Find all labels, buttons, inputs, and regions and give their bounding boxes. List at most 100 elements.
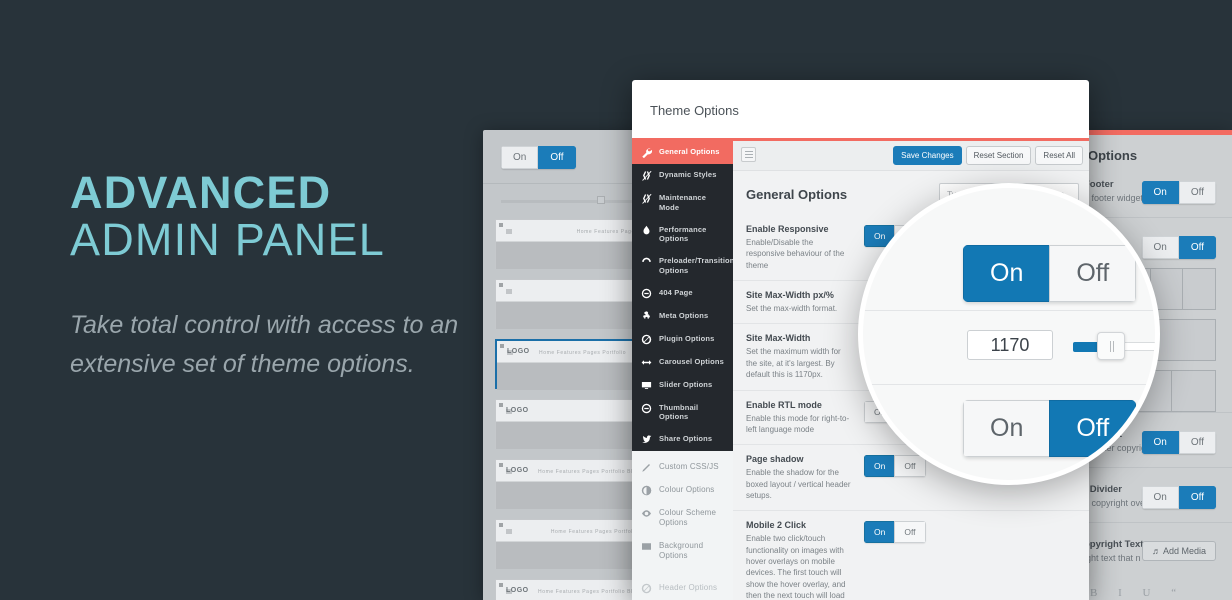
monitor-icon <box>641 381 652 389</box>
sidebar-item-background-options[interactable]: Background Options <box>632 535 733 568</box>
background-toggle-on[interactable]: On <box>501 146 539 169</box>
arrows-horizontal-icon <box>641 357 652 368</box>
arrows-horizontal-icon <box>641 359 652 365</box>
mock-dot <box>499 463 503 467</box>
mock-logo: LOGO <box>506 467 529 474</box>
minus-circle-icon <box>641 288 652 298</box>
add-media-button[interactable]: ♬ Add Media <box>1141 541 1216 561</box>
plug-circle-icon <box>641 334 652 345</box>
pencil-icon <box>641 462 652 473</box>
sidebar-item-carousel-options[interactable]: Carousel Options <box>632 351 733 374</box>
media-icon: ♬ <box>1151 546 1161 556</box>
minus-square-circle-icon <box>641 403 652 414</box>
option-description: Enable this mode for right-to-left langu… <box>746 413 850 434</box>
column-cell <box>1151 320 1216 360</box>
sidebar-item-performance-options[interactable]: Performance Options <box>632 219 733 251</box>
sidebar-item-label: Background Options <box>659 540 704 561</box>
toggle-off[interactable]: Off <box>1178 236 1216 259</box>
option-title: Enable RTL mode <box>746 399 822 410</box>
reset-all-button[interactable]: Reset All <box>1035 146 1083 165</box>
option-title: Site Max-Width px/% <box>746 290 834 301</box>
sidebar-light-group: Custom CSS/JS Colour Options Colour Scheme… <box>632 451 733 600</box>
sidebar-item-custom-css-js[interactable]: Custom CSS/JS <box>632 456 733 479</box>
toggle-off[interactable]: Off <box>1178 431 1216 454</box>
magnified-toggle-on[interactable]: On <box>963 400 1050 457</box>
sidebar-item-thumbnail-options[interactable]: Thumbnail Options <box>632 397 733 429</box>
mock-nav: Home Features Pages Portfolio <box>550 529 638 535</box>
drag-grip-icon[interactable] <box>741 147 756 162</box>
mock-dot <box>499 583 503 587</box>
toggle-off[interactable]: Off <box>894 521 926 544</box>
minus-square-circle-icon <box>641 403 652 413</box>
magnified-maxwidth-input[interactable]: 1170 <box>967 330 1053 360</box>
mock-dot <box>499 523 503 527</box>
image-icon <box>641 541 652 552</box>
magnified-toggle-off[interactable]: Off <box>1049 400 1137 457</box>
sidebar-item-share-options[interactable]: Share Options <box>632 428 733 451</box>
sidebar-item-colour-options[interactable]: Colour Options <box>632 479 733 502</box>
sidebar-item-general-options[interactable]: General Options <box>632 141 733 164</box>
image-icon <box>642 542 651 550</box>
editor-format-buttons[interactable]: B I U “ <box>1090 587 1232 599</box>
sidebar-item-maintenance-mode[interactable]: Maintenance Mode <box>632 187 733 219</box>
sidebar-item-meta-options[interactable]: Meta Options <box>632 305 733 328</box>
slider-handle[interactable] <box>1097 332 1125 360</box>
option-control: OnOff <box>854 520 926 600</box>
window-title: Theme Options <box>650 103 739 118</box>
option-description: Set the max-width format. <box>746 304 838 314</box>
minus-circle-icon <box>641 288 652 299</box>
toggle-off[interactable]: Off <box>1178 181 1216 204</box>
sidebar-item-colour-scheme-options[interactable]: Colour Scheme Options <box>632 502 733 535</box>
save-changes-button[interactable]: Save Changes <box>893 146 962 165</box>
eye-icon <box>642 510 651 517</box>
sidebar-item-404-page[interactable]: 404 Page <box>632 282 733 305</box>
sidebar-item-label: Preloader/Transition Options <box>659 256 733 275</box>
promo-subtitle: Take total control with access to an ext… <box>70 310 459 379</box>
sidebar-item-label: Thumbnail Options <box>659 402 699 422</box>
magnified-toggle-off[interactable]: Off <box>1049 245 1137 302</box>
sidebar-item-plugin-options[interactable]: Plugin Options <box>632 328 733 351</box>
magnified-toggle-on[interactable]: On <box>963 245 1050 302</box>
sidebar-item-header-options[interactable]: Header Options <box>632 577 733 600</box>
sidebar-item-label: Colour Options <box>659 485 715 494</box>
option-text: Enable Responsive Enable/Disable the resp… <box>746 224 854 271</box>
editor-toolbar: ♬ Add Media <box>1141 541 1216 561</box>
option-text: Mobile 2 Click Enable two click/touch fun… <box>746 520 854 600</box>
sidebar-item-label: General Options <box>659 147 720 156</box>
sidebar-item-label: Slider Options <box>659 379 713 389</box>
magnified-maxwidth-slider[interactable] <box>1073 332 1155 360</box>
magnifier-lens: On Off 1170 On Off <box>858 183 1160 485</box>
mock-logo: LOGO <box>506 407 529 414</box>
sidebar-item-label: Share Options <box>659 434 713 443</box>
promo-headline-line1: ADVANCED <box>70 167 332 218</box>
toggle-on[interactable]: On <box>864 521 895 544</box>
magnified-toggle-rtl[interactable]: On Off <box>963 400 1137 457</box>
option-title: Page shadow <box>746 454 804 465</box>
background-toggle[interactable]: On Off <box>1141 486 1216 509</box>
promo-block: ADVANCED ADMIN PANEL Take total control … <box>70 170 500 385</box>
sidebar-item-slider-options[interactable]: Slider Options <box>632 374 733 397</box>
option-text: Page shadow Enable the shadow for the box… <box>746 454 854 501</box>
option-description: Enable two click/touch functionality on … <box>746 534 846 600</box>
toggle-mobile-2-click[interactable]: On Off <box>864 521 926 544</box>
sidebar-item-preloader-transition-options[interactable]: Preloader/Transition Options <box>632 250 733 282</box>
sidebar-item-label: Custom CSS/JS <box>659 462 719 471</box>
option-title: Site Max-Width <box>746 333 811 344</box>
options-sidebar[interactable]: General Options Dynamic Styles Maintenance… <box>632 141 733 600</box>
background-onoff-toggle[interactable]: On Off <box>501 146 576 169</box>
sidebar-item-label: 404 Page <box>659 287 693 297</box>
toggle-off[interactable]: Off <box>1178 486 1216 509</box>
toggle-on[interactable]: On <box>1141 486 1179 509</box>
magnified-toggle-responsive[interactable]: On Off <box>963 245 1137 302</box>
slider-handle[interactable] <box>596 196 605 204</box>
mock-dot <box>500 344 504 348</box>
sidebar-dark-group: General Options Dynamic Styles Maintenance… <box>632 141 733 451</box>
background-toggle-off[interactable]: Off <box>538 146 576 169</box>
mock-logo: LOGO <box>506 587 529 594</box>
reset-section-button[interactable]: Reset Section <box>965 146 1032 165</box>
option-title: Mobile 2 Click <box>746 520 807 531</box>
sidebar-item-dynamic-styles[interactable]: Dynamic Styles <box>632 164 733 187</box>
sidebar-item-label: Performance Options <box>659 224 707 244</box>
twitter-bird-icon <box>642 435 652 443</box>
option-description: Enable the shadow for the boxed layout /… <box>746 468 851 500</box>
